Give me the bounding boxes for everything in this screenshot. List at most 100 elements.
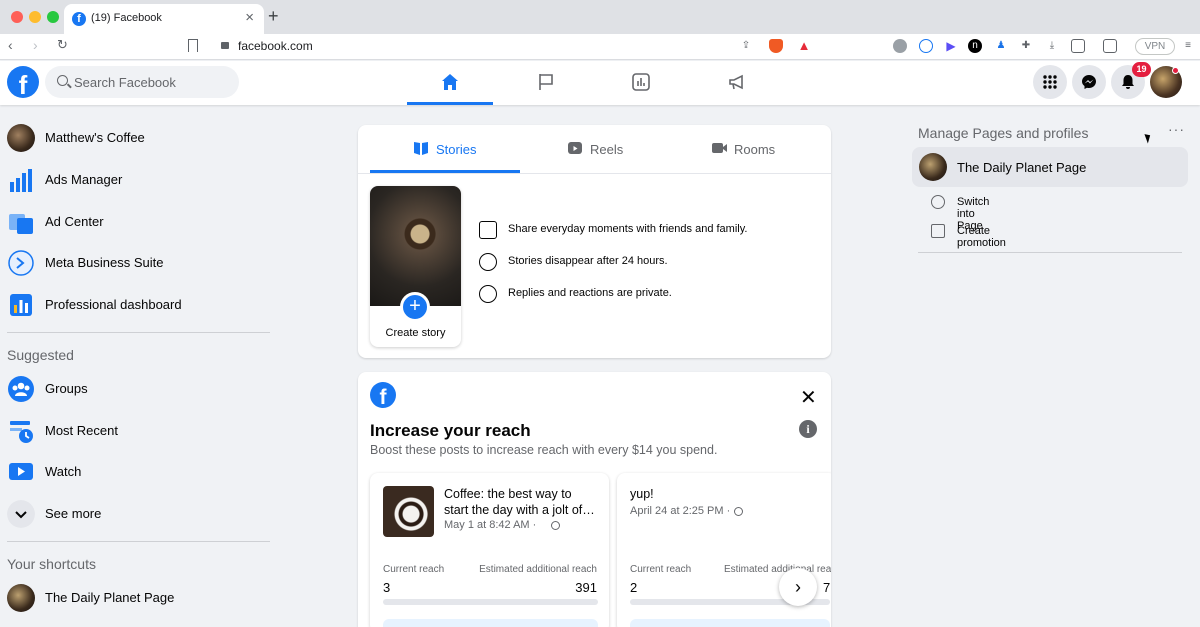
extension-icon[interactable] bbox=[919, 39, 933, 53]
sidebar-item-most-recent[interactable]: Most Recent bbox=[7, 413, 267, 449]
tab-reels[interactable]: Reels bbox=[520, 125, 670, 173]
estimated-reach-value: 7 bbox=[823, 580, 831, 595]
chart-icon bbox=[632, 73, 650, 91]
sidebar-item-see-more[interactable]: See more bbox=[7, 496, 267, 532]
bell-icon bbox=[1122, 75, 1134, 89]
browser-tab-title: (19) Facebook bbox=[91, 12, 162, 24]
lock-icon[interactable] bbox=[221, 42, 229, 49]
reach-subtitle: Boost these posts to increase reach with… bbox=[370, 443, 718, 457]
post-date: May 1 at 8:42 AM · bbox=[444, 519, 537, 531]
extension-icon[interactable] bbox=[893, 39, 907, 53]
next-arrow-button[interactable]: › bbox=[779, 568, 817, 606]
status-dot bbox=[1172, 67, 1179, 74]
estimated-reach-label: Estimated additional reach bbox=[724, 564, 831, 575]
tab-rooms[interactable]: Rooms bbox=[670, 125, 820, 173]
sidebar-item-matthews-coffee[interactable]: Matthew's Coffee bbox=[7, 120, 267, 156]
close-tab-icon[interactable]: × bbox=[245, 9, 254, 26]
estimated-reach-label: Estimated additional reach bbox=[479, 564, 597, 575]
post-text: Coffee: the best way to start the day wi… bbox=[444, 487, 595, 517]
reload-icon[interactable]: ↻ bbox=[57, 37, 68, 53]
notification-badge: 19 bbox=[1132, 62, 1151, 77]
sidebar-item-daily-planet-page[interactable]: The Daily Planet Page bbox=[7, 580, 267, 616]
manage-pages-heading: Manage Pages and profiles bbox=[918, 125, 1089, 141]
vpn-button[interactable]: VPN bbox=[1135, 38, 1175, 55]
info-icon[interactable]: i bbox=[799, 420, 817, 438]
current-reach-value: 3 bbox=[383, 580, 391, 595]
current-reach-value: 2 bbox=[630, 580, 638, 595]
sidebar-item-ads-manager[interactable]: Ads Manager bbox=[7, 162, 267, 198]
boost-post-button[interactable] bbox=[383, 619, 598, 627]
dashboard-icon bbox=[10, 294, 32, 316]
more-options-icon[interactable]: ··· bbox=[1168, 121, 1185, 137]
brave-rewards-icon[interactable]: ▲ bbox=[797, 39, 811, 53]
puzzle-icon[interactable]: ✚ bbox=[1019, 39, 1033, 53]
page-profile-item[interactable]: The Daily Planet Page bbox=[912, 147, 1188, 187]
browser-tab-strip: f (19) Facebook × + bbox=[0, 0, 1200, 34]
switch-profile-icon bbox=[931, 195, 945, 209]
increase-reach-card: f ✕ Increase your reach i Boost these po… bbox=[358, 372, 831, 627]
groups-icon bbox=[8, 376, 34, 402]
search-box[interactable] bbox=[45, 66, 239, 98]
facebook-header: f bbox=[0, 61, 1200, 105]
megaphone-icon bbox=[729, 74, 743, 90]
address-bar[interactable]: facebook.com bbox=[238, 39, 313, 53]
facebook-logo[interactable]: f bbox=[7, 66, 39, 98]
sidebar-item-ad-center[interactable]: Ad Center bbox=[7, 204, 267, 240]
tab-pages[interactable] bbox=[503, 61, 589, 105]
download-icon[interactable]: ⤓ bbox=[1045, 39, 1059, 53]
post-text: yup! bbox=[630, 487, 654, 501]
messenger-button[interactable] bbox=[1072, 65, 1106, 99]
tab-home[interactable] bbox=[407, 61, 493, 105]
sidebar-item-watch[interactable]: Watch bbox=[7, 454, 267, 490]
boost-post-button[interactable] bbox=[630, 619, 830, 627]
post-thumbnail bbox=[383, 486, 434, 537]
tab-insights[interactable] bbox=[598, 61, 684, 105]
tab-ads[interactable] bbox=[694, 61, 780, 105]
menu-icon[interactable]: ≡ bbox=[1181, 39, 1195, 53]
flag-icon bbox=[539, 74, 553, 90]
photo-heart-icon bbox=[479, 221, 497, 239]
close-window-button[interactable] bbox=[11, 11, 23, 23]
facebook-favicon-icon: f bbox=[72, 12, 86, 26]
sidebar-toggle-icon[interactable] bbox=[1071, 39, 1085, 53]
tab-stories[interactable]: Stories bbox=[370, 125, 520, 173]
extension-icon[interactable]: ▶ bbox=[944, 39, 958, 53]
ad-center-icon bbox=[9, 214, 33, 234]
shortcuts-heading: Your shortcuts bbox=[7, 556, 96, 572]
browser-tab[interactable]: f (19) Facebook × bbox=[64, 4, 264, 34]
most-recent-icon bbox=[10, 421, 33, 443]
new-tab-button[interactable]: + bbox=[268, 6, 279, 27]
sidebar-item-meta-business-suite[interactable]: Meta Business Suite bbox=[7, 245, 267, 281]
reach-title: Increase your reach bbox=[370, 421, 531, 440]
meta-business-suite-icon bbox=[8, 250, 34, 276]
estimated-reach-value: 391 bbox=[575, 580, 597, 595]
back-icon[interactable]: ‹ bbox=[8, 37, 13, 53]
create-story-tile[interactable]: + Create story bbox=[370, 186, 461, 347]
share-icon[interactable]: ⇪ bbox=[739, 39, 753, 53]
avatar bbox=[919, 153, 947, 181]
mouse-cursor-icon bbox=[1144, 132, 1153, 144]
globe-icon bbox=[551, 521, 560, 530]
minimize-window-button[interactable] bbox=[29, 11, 41, 23]
extension-icon[interactable]: ♟ bbox=[994, 39, 1008, 53]
extension-icon[interactable]: n bbox=[968, 39, 982, 53]
bookmark-icon[interactable] bbox=[188, 39, 198, 52]
search-input[interactable] bbox=[74, 66, 234, 98]
forward-icon[interactable]: › bbox=[33, 37, 38, 53]
maximize-window-button[interactable] bbox=[47, 11, 59, 23]
wallet-icon[interactable] bbox=[1103, 39, 1117, 53]
chevron-down-icon bbox=[7, 500, 35, 528]
plus-icon: + bbox=[400, 292, 430, 322]
stopwatch-icon bbox=[479, 253, 497, 271]
menu-button[interactable] bbox=[1033, 65, 1067, 99]
brave-shield-icon[interactable] bbox=[769, 39, 783, 53]
messenger-icon bbox=[479, 285, 497, 303]
search-icon bbox=[57, 75, 68, 86]
ads-manager-icon bbox=[10, 169, 32, 192]
boost-post-card[interactable]: Coffee: the best way to start the day wi… bbox=[370, 473, 609, 627]
sidebar-item-professional-dashboard[interactable]: Professional dashboard bbox=[7, 287, 267, 323]
divider bbox=[7, 332, 270, 333]
current-reach-label: Current reach bbox=[383, 564, 445, 575]
sidebar-item-groups[interactable]: Groups bbox=[7, 371, 267, 407]
close-icon[interactable]: ✕ bbox=[800, 385, 817, 410]
